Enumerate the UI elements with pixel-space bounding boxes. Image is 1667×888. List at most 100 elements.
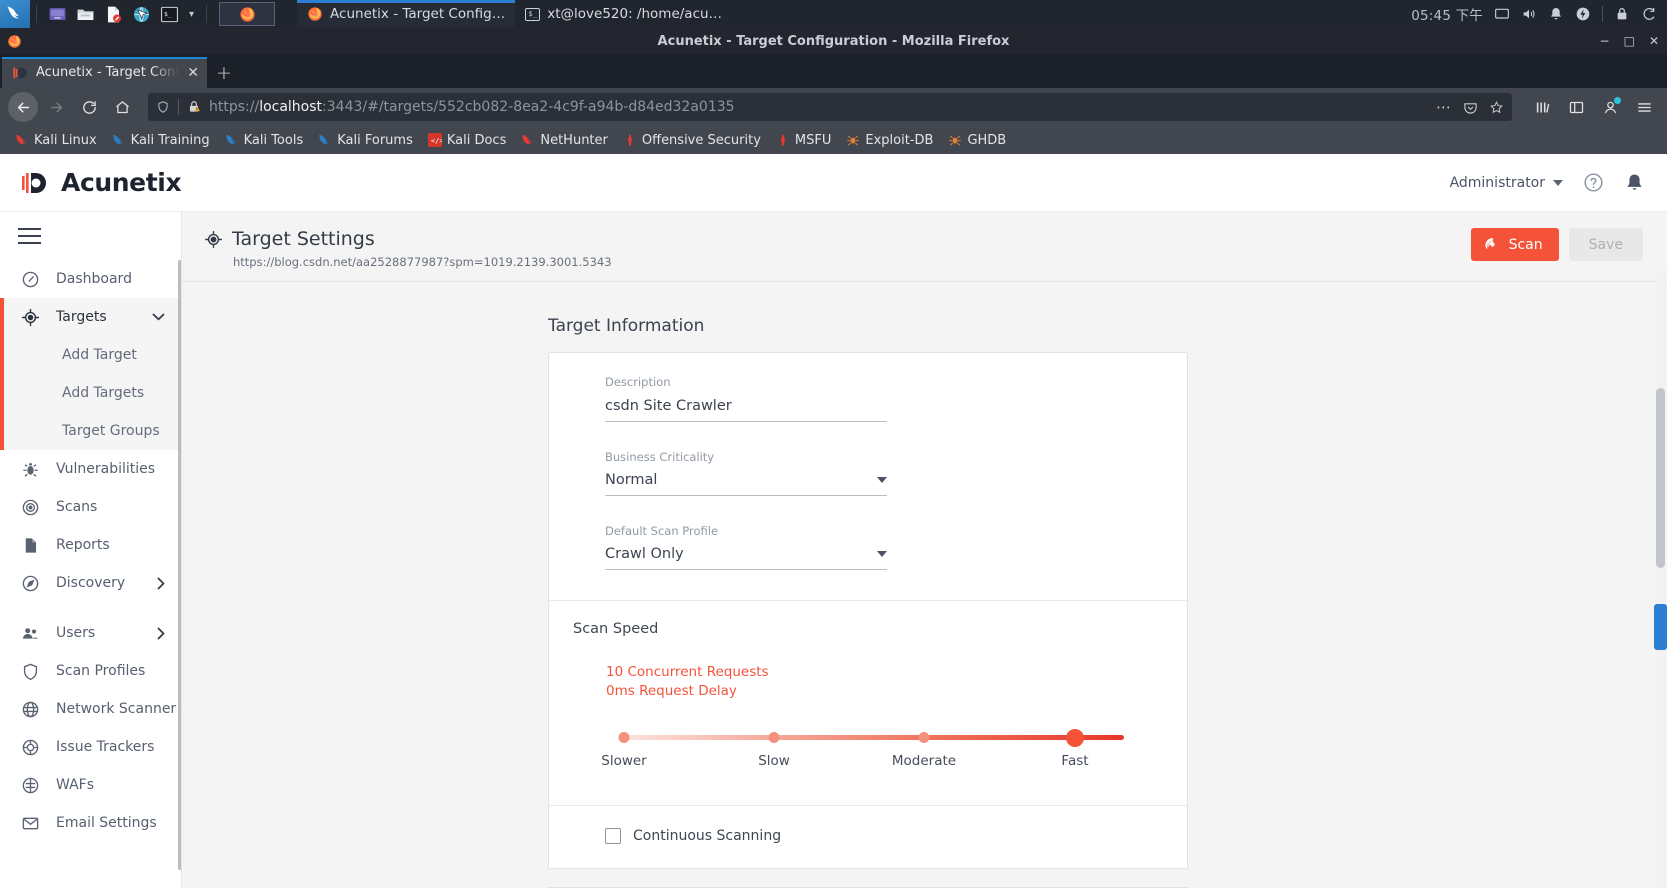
app-header: Acunetix Administrator (0, 154, 1667, 212)
close-icon[interactable]: ✕ (187, 66, 199, 80)
bookmark-star-icon[interactable] (1489, 100, 1504, 115)
slider-knob-moderate[interactable] (918, 732, 930, 743)
kali-dragon-icon[interactable] (0, 0, 30, 28)
scan-button[interactable]: Scan (1470, 228, 1559, 261)
volume-icon[interactable] (1521, 6, 1537, 22)
library-icon[interactable] (1527, 92, 1557, 122)
browser-tab[interactable]: Acunetix - Target Configu ✕ (2, 57, 207, 88)
settings-scroll-area: Target Information Description Business … (182, 298, 1667, 888)
save-button[interactable]: Save (1568, 228, 1643, 261)
bookmark-nethunter[interactable]: NetHunter (515, 130, 614, 151)
slider-knob-slower[interactable] (618, 732, 630, 743)
sidebar-item-discovery[interactable]: Discovery (0, 564, 181, 602)
folder-icon[interactable] (71, 0, 99, 28)
minimize-button[interactable]: − (1600, 35, 1610, 47)
sidebar-item-targets[interactable]: Targets (0, 298, 181, 336)
chevron-down-icon[interactable]: ▾ (183, 9, 200, 20)
sidebar-item-add-target[interactable]: Add Target (0, 336, 181, 374)
sidebar-item-scan-profiles[interactable]: Scan Profiles (0, 652, 181, 690)
slider-knob-fast[interactable] (1066, 728, 1084, 747)
clock: 05:45 下午 (1411, 8, 1483, 24)
close-button[interactable]: ✕ (1649, 35, 1659, 47)
bookmark-label: Kali Forums (337, 132, 413, 148)
bookmark-offensive-security[interactable]: Offensive Security (617, 130, 767, 151)
bookmark-kali-docs[interactable]: </> Kali Docs (422, 130, 513, 151)
reload-icon[interactable] (74, 92, 104, 122)
brand-name: Acunetix (61, 168, 182, 197)
terminal-icon[interactable]: $_ (155, 0, 183, 28)
sidebar-item-users[interactable]: Users (0, 614, 181, 652)
help-circle-icon[interactable] (1583, 172, 1604, 193)
description-field-group: Description (605, 375, 887, 422)
default-scan-profile-select[interactable]: Crawl Only (605, 544, 887, 570)
page-actions-icon[interactable]: ⋯ (1436, 98, 1452, 116)
bookmark-label: NetHunter (540, 132, 608, 148)
new-tab-button[interactable]: + (207, 57, 241, 88)
sidebar-item-wafs[interactable]: WAFs (0, 766, 181, 804)
browser-nav-bar: https://localhost:3443/#/targets/552cb08… (0, 88, 1667, 126)
back-arrow-icon[interactable] (8, 92, 38, 122)
app-menu-icon[interactable] (1629, 92, 1659, 122)
sidebar-item-target-groups[interactable]: Target Groups (0, 412, 181, 450)
power-bolt-icon[interactable] (1575, 6, 1591, 22)
user-menu[interactable]: Administrator (1450, 175, 1563, 191)
description-input[interactable] (605, 396, 887, 422)
taskbar-task-firefox[interactable]: Acunetix - Target Config… (297, 0, 516, 28)
lock-icon[interactable] (1614, 6, 1630, 22)
bookmark-kali-training[interactable]: Kali Training (106, 130, 216, 151)
taskbar-window-list: Acunetix - Target Config… $_ xt@love520:… (297, 0, 732, 28)
sidebar-item-dashboard[interactable]: Dashboard (0, 260, 181, 298)
sidebar-item-scans[interactable]: Scans (0, 488, 181, 526)
sidebar-item-network-scanner[interactable]: Network Scanner (0, 690, 181, 728)
continuous-scanning-checkbox[interactable] (605, 828, 621, 844)
sidebar-item-add-targets[interactable]: Add Targets (0, 374, 181, 412)
divider (206, 5, 208, 23)
url-text[interactable]: https://localhost:3443/#/targets/552cb08… (209, 99, 1428, 115)
forward-arrow-icon[interactable] (41, 92, 71, 122)
chevron-down-icon (152, 313, 165, 321)
url-bar[interactable]: https://localhost:3443/#/targets/552cb08… (148, 93, 1512, 121)
bookmark-kali-tools[interactable]: Kali Tools (219, 130, 310, 151)
scroll-position-marker[interactable] (1654, 604, 1667, 650)
terminal-icon: $_ (525, 7, 541, 21)
sidebar-subitem-label: Add Target (62, 347, 137, 363)
scan-speed-slider[interactable]: Slower Slow Moderate Fast (601, 727, 1128, 779)
bell-icon[interactable] (1624, 172, 1645, 193)
maximize-button[interactable]: □ (1624, 35, 1635, 47)
account-icon[interactable] (1595, 92, 1625, 122)
display-icon[interactable] (43, 0, 71, 28)
taskbar-active-window-firefox[interactable] (219, 2, 276, 26)
acunetix-logo[interactable]: Acunetix (22, 168, 182, 197)
lock-warning-icon[interactable] (187, 100, 201, 114)
app-body: Dashboard Targets Add Target Add Targets (0, 212, 1667, 888)
bookmark-exploit-db[interactable]: Exploit-DB (840, 130, 939, 151)
business-criticality-select[interactable]: Normal (605, 470, 887, 496)
sidebar-menu-toggle[interactable] (0, 212, 181, 260)
sidebar-item-label: Dashboard (56, 271, 132, 287)
home-icon[interactable] (107, 92, 137, 122)
business-criticality-value: Normal (605, 472, 658, 488)
page-title-row: Target Settings (204, 228, 612, 250)
shield-icon[interactable] (156, 100, 170, 114)
offsec-icon (627, 134, 633, 146)
sidebar-item-vulnerabilities[interactable]: Vulnerabilities (0, 450, 181, 488)
page-title: Target Settings (232, 228, 375, 250)
sidebar-item-issue-trackers[interactable]: Issue Trackers (0, 728, 181, 766)
slider-knob-slow[interactable] (768, 732, 780, 743)
chevron-down-icon (877, 477, 887, 483)
bookmark-msfu[interactable]: MSFU (770, 130, 837, 151)
bookmark-kali-forums[interactable]: Kali Forums (312, 130, 419, 151)
taskbar-task-terminal[interactable]: $_ xt@love520: /home/acu… (515, 0, 732, 28)
bookmark-kali-linux[interactable]: Kali Linux (9, 130, 103, 151)
document-blocked-icon[interactable] (99, 0, 127, 28)
screen-icon[interactable] (1494, 6, 1510, 22)
bell-icon[interactable] (1548, 6, 1564, 22)
sidebar-toggle-icon[interactable] (1561, 92, 1591, 122)
save-to-pocket-icon[interactable] (1463, 100, 1478, 115)
globe-cursor-icon[interactable] (127, 0, 155, 28)
sidebar-item-reports[interactable]: Reports (0, 526, 181, 564)
page-scrollbar-thumb[interactable] (1656, 388, 1665, 568)
logout-icon[interactable] (1641, 6, 1657, 22)
bookmark-ghdb[interactable]: GHDB (942, 130, 1012, 151)
sidebar-item-email-settings[interactable]: Email Settings (0, 804, 181, 842)
